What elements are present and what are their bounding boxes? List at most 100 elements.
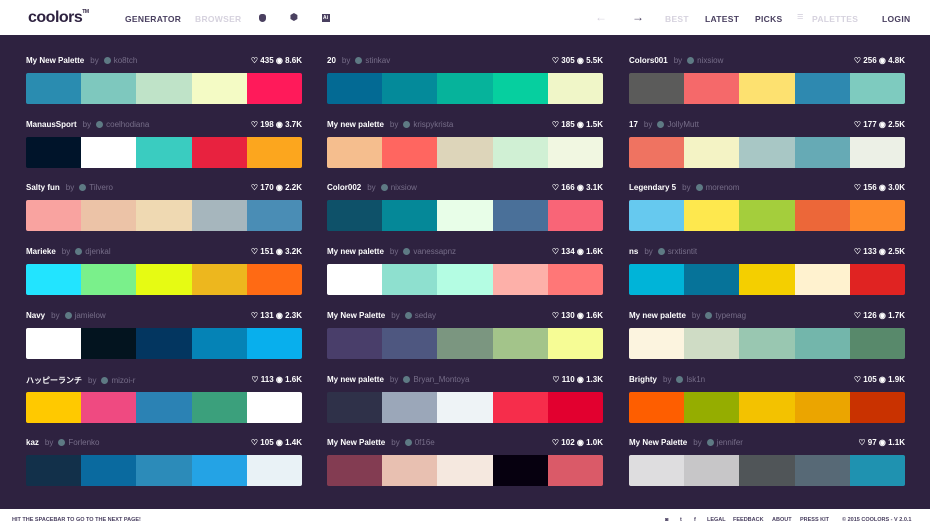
user-avatar[interactable] [657, 248, 665, 255]
color-swatch[interactable] [327, 200, 383, 231]
nav-latest[interactable]: LATEST [705, 14, 739, 24]
like-icon[interactable]: ♡ [251, 120, 260, 129]
color-swatch[interactable] [382, 328, 438, 359]
color-swatch[interactable] [81, 328, 137, 359]
color-swatch[interactable] [547, 264, 603, 295]
palette-name[interactable]: 20 [327, 56, 336, 65]
color-swatch[interactable] [492, 200, 548, 231]
color-swatch[interactable] [492, 264, 548, 295]
palette-name[interactable]: Color002 [327, 183, 361, 192]
color-swatch[interactable] [629, 137, 685, 168]
palette-name[interactable]: kaz [26, 438, 39, 447]
palette-color-strip[interactable] [629, 455, 905, 486]
color-swatch[interactable] [849, 73, 905, 104]
color-swatch[interactable] [136, 455, 192, 486]
color-swatch[interactable] [739, 392, 795, 423]
press-kit-link[interactable]: PRESS KIT [800, 517, 829, 523]
palette-color-strip[interactable] [26, 455, 302, 486]
color-swatch[interactable] [437, 200, 493, 231]
color-swatch[interactable] [26, 392, 82, 423]
color-swatch[interactable] [26, 73, 82, 104]
palette-color-strip[interactable] [26, 137, 302, 168]
color-swatch[interactable] [849, 137, 905, 168]
color-swatch[interactable] [629, 264, 685, 295]
color-swatch[interactable] [794, 264, 850, 295]
palette-name[interactable]: Brighty [629, 375, 657, 384]
color-swatch[interactable] [739, 137, 795, 168]
apple-app-icon[interactable] [259, 14, 266, 22]
palette-name[interactable]: ManausSport [26, 120, 77, 129]
color-swatch[interactable] [246, 328, 302, 359]
user-avatar[interactable] [64, 312, 72, 319]
palette-author[interactable]: coelhodiana [106, 120, 149, 129]
color-swatch[interactable] [327, 264, 383, 295]
menu-icon[interactable]: ≡ [797, 11, 804, 23]
palette-name[interactable]: My new palette [327, 375, 384, 384]
palette-color-strip[interactable] [26, 73, 302, 104]
palette-author[interactable]: ko8tch [114, 56, 138, 65]
palette-name[interactable]: ns [629, 247, 638, 256]
user-avatar[interactable] [403, 248, 411, 255]
color-swatch[interactable] [794, 392, 850, 423]
color-swatch[interactable] [382, 73, 438, 104]
color-swatch[interactable] [684, 455, 740, 486]
color-swatch[interactable] [794, 455, 850, 486]
android-app-icon[interactable]: ⬢ [290, 12, 298, 23]
color-swatch[interactable] [629, 73, 685, 104]
login-link[interactable]: LOGIN [882, 14, 910, 24]
like-icon[interactable]: ♡ [854, 183, 863, 192]
like-icon[interactable]: ♡ [552, 56, 561, 65]
color-swatch[interactable] [684, 328, 740, 359]
color-swatch[interactable] [492, 392, 548, 423]
palette-name[interactable]: Salty fun [26, 183, 60, 192]
user-avatar[interactable] [403, 121, 411, 128]
user-avatar[interactable] [676, 376, 684, 383]
color-swatch[interactable] [246, 392, 302, 423]
palette-name[interactable]: My New Palette [327, 311, 385, 320]
color-swatch[interactable] [739, 455, 795, 486]
palette-author[interactable]: jennifer [717, 438, 743, 447]
like-icon[interactable]: ♡ [854, 311, 863, 320]
color-swatch[interactable] [684, 137, 740, 168]
palette-name[interactable]: 17 [629, 120, 638, 129]
palette-author[interactable]: krispykrista [413, 120, 453, 129]
color-swatch[interactable] [191, 328, 247, 359]
color-swatch[interactable] [246, 73, 302, 104]
palette-author[interactable]: nixsiow [697, 56, 723, 65]
color-swatch[interactable] [684, 264, 740, 295]
palette-color-strip[interactable] [629, 392, 905, 423]
color-swatch[interactable] [739, 264, 795, 295]
user-avatar[interactable] [657, 121, 665, 128]
like-icon[interactable]: ♡ [251, 247, 260, 256]
color-swatch[interactable] [849, 328, 905, 359]
color-swatch[interactable] [136, 264, 192, 295]
palette-color-strip[interactable] [26, 200, 302, 231]
color-swatch[interactable] [382, 455, 438, 486]
color-swatch[interactable] [246, 264, 302, 295]
user-avatar[interactable] [695, 184, 703, 191]
nav-best[interactable]: BEST [665, 14, 689, 24]
user-avatar[interactable] [103, 57, 111, 64]
color-swatch[interactable] [629, 328, 685, 359]
user-avatar[interactable] [79, 184, 87, 191]
color-swatch[interactable] [849, 264, 905, 295]
color-swatch[interactable] [849, 455, 905, 486]
like-icon[interactable]: ♡ [552, 120, 561, 129]
palette-author[interactable]: lsk1n [686, 375, 705, 384]
palette-color-strip[interactable] [327, 200, 603, 231]
palette-color-strip[interactable] [26, 264, 302, 295]
nav-picks[interactable]: PICKS [755, 14, 782, 24]
color-swatch[interactable] [684, 392, 740, 423]
color-swatch[interactable] [437, 264, 493, 295]
palette-author[interactable]: srxtisntit [668, 247, 697, 256]
about-link[interactable]: ABOUT [772, 517, 792, 523]
color-swatch[interactable] [492, 328, 548, 359]
color-swatch[interactable] [437, 73, 493, 104]
palette-author[interactable]: 0f16e [415, 438, 435, 447]
color-swatch[interactable] [849, 392, 905, 423]
color-swatch[interactable] [81, 392, 137, 423]
like-icon[interactable]: ♡ [854, 56, 863, 65]
color-swatch[interactable] [81, 73, 137, 104]
color-swatch[interactable] [794, 200, 850, 231]
feedback-link[interactable]: FEEDBACK [733, 517, 764, 523]
